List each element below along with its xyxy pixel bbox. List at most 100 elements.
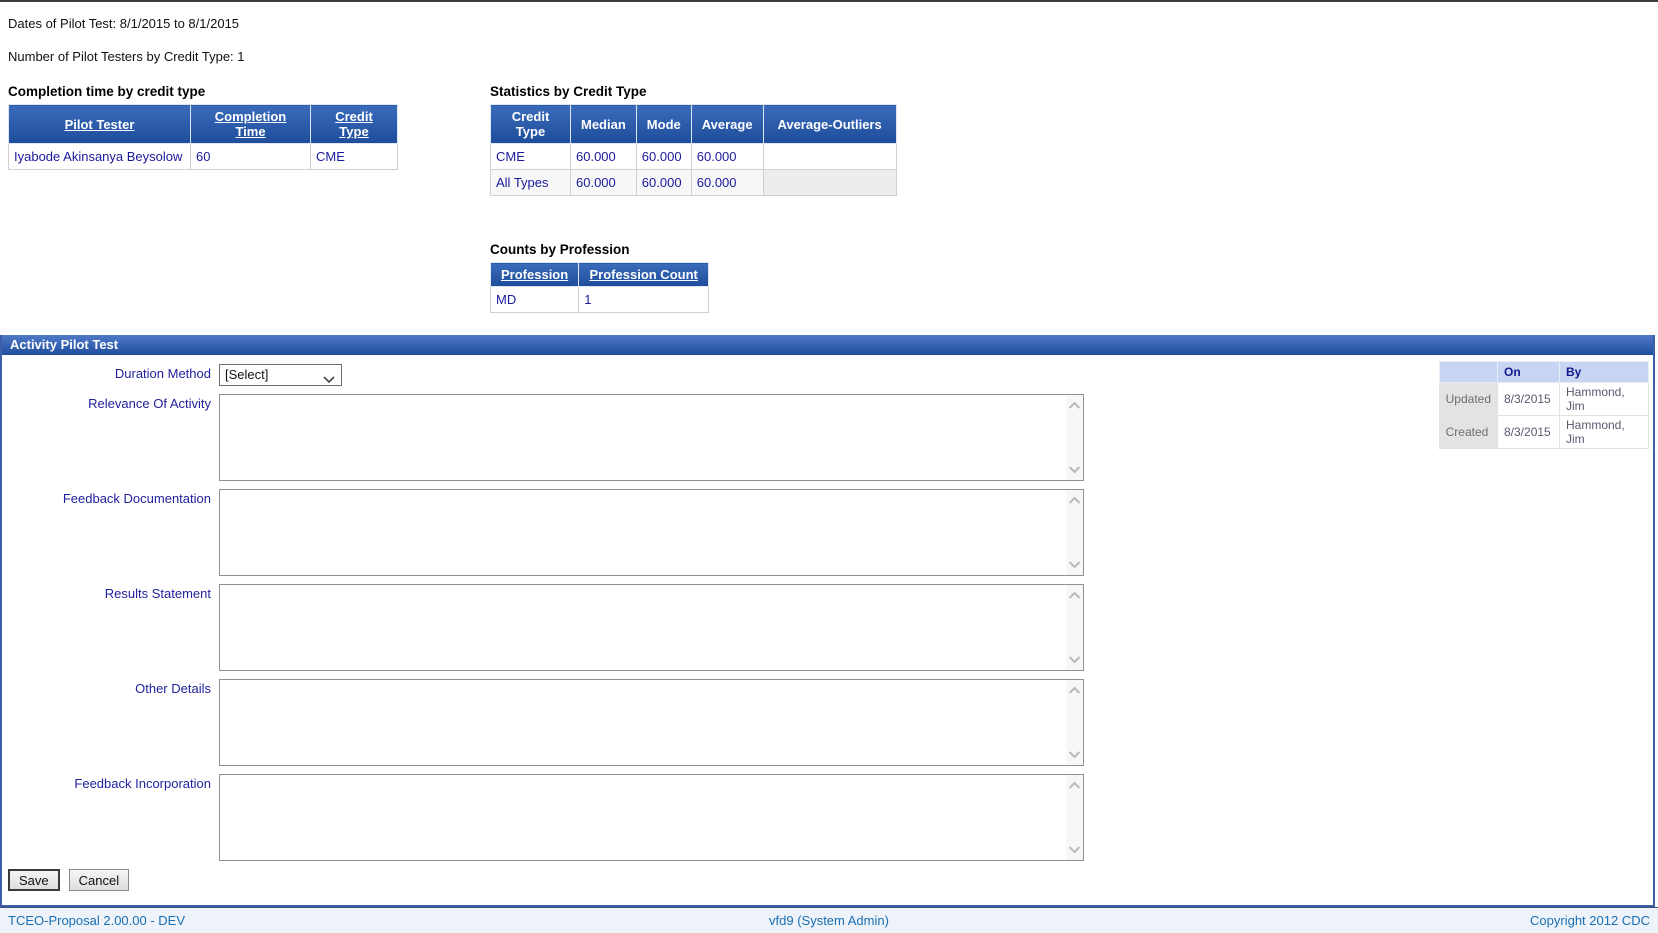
textarea-scrollbar[interactable] — [1066, 490, 1083, 575]
feedback-incorporation-box — [219, 774, 1084, 861]
audit-col-blank — [1438, 361, 1499, 383]
stat-mode-cell: 60.000 — [635, 143, 692, 170]
sort-link-completion-time[interactable]: Completion Time — [215, 109, 287, 139]
sort-link-profession-count[interactable]: Profession Count — [590, 267, 698, 282]
statistics-table: Credit Type Median Mode Average Average-… — [490, 104, 897, 196]
section-title: Activity Pilot Test — [2, 335, 1653, 355]
stat-mode-cell: 60.000 — [635, 169, 692, 196]
sort-link-credit-type[interactable]: Credit Type — [335, 109, 373, 139]
form-actions: Save Cancel — [8, 869, 130, 891]
table-row: MD 1 — [489, 286, 710, 313]
stat-average-outliers-cell — [762, 169, 897, 196]
profession-count-cell: 1 — [578, 286, 710, 313]
other-details-box — [219, 679, 1084, 766]
other-details-label: Other Details — [135, 681, 211, 696]
counts-col-profession[interactable]: Profession — [489, 262, 580, 287]
scroll-up-icon[interactable] — [1068, 686, 1081, 695]
audit-created-by: Hammond, Jim — [1559, 415, 1649, 449]
completion-col-credit-type[interactable]: Credit Type — [310, 104, 398, 144]
feedback-incorporation-input[interactable] — [220, 775, 1065, 860]
footer-app-version: TCEO-Proposal 2.00.00 - DEV — [8, 913, 186, 928]
table-row: Updated 8/3/2015 Hammond, Jim — [1438, 382, 1649, 416]
cancel-button[interactable]: Cancel — [68, 869, 130, 891]
footer-user-info: vfd9 (System Admin) — [769, 913, 889, 928]
audit-updated-label: Updated — [1438, 382, 1499, 416]
feedback-documentation-row: Feedback Documentation — [2, 489, 1653, 576]
scroll-down-icon[interactable] — [1068, 845, 1081, 854]
duration-method-row: Duration Method [Select] — [2, 364, 1653, 386]
textarea-scrollbar[interactable] — [1066, 680, 1083, 765]
duration-method-select[interactable]: [Select] — [219, 364, 342, 386]
statistics-col-mode: Mode — [635, 104, 692, 144]
scroll-down-icon[interactable] — [1068, 560, 1081, 569]
stat-average-cell: 60.000 — [690, 169, 764, 196]
relevance-of-activity-box — [219, 394, 1084, 481]
scroll-up-icon[interactable] — [1068, 781, 1081, 790]
relevance-of-activity-row: Relevance Of Activity — [2, 394, 1653, 481]
statistics-col-average: Average — [690, 104, 764, 144]
other-details-input[interactable] — [220, 680, 1065, 765]
textarea-scrollbar[interactable] — [1066, 395, 1083, 480]
footer-copyright: Copyright 2012 CDC — [1530, 913, 1650, 928]
counts-col-profession-count[interactable]: Profession Count — [578, 262, 710, 287]
results-statement-row: Results Statement — [2, 584, 1653, 671]
scroll-up-icon[interactable] — [1068, 496, 1081, 505]
sort-link-pilot-tester[interactable]: Pilot Tester — [65, 117, 135, 132]
textarea-scrollbar[interactable] — [1066, 775, 1083, 860]
table-row: All Types 60.000 60.000 60.000 — [490, 169, 897, 196]
feedback-documentation-box — [219, 489, 1084, 576]
scroll-down-icon[interactable] — [1068, 655, 1081, 664]
audit-updated-date: 8/3/2015 — [1497, 382, 1560, 416]
footer-bar: TCEO-Proposal 2.00.00 - DEV vfd9 (System… — [0, 907, 1658, 933]
results-statement-input[interactable] — [220, 585, 1065, 670]
stat-median-cell: 60.000 — [570, 169, 637, 196]
scroll-up-icon[interactable] — [1068, 591, 1081, 600]
statistics-col-credit-type: Credit Type — [490, 104, 571, 144]
statistics-col-median: Median — [570, 104, 637, 144]
chevron-down-icon — [323, 372, 335, 387]
save-button[interactable]: Save — [8, 869, 60, 891]
table-row: Iyabode Akinsanya Beysolow 60 CME — [8, 143, 398, 170]
stat-average-cell: 60.000 — [690, 143, 764, 170]
audit-created-date: 8/3/2015 — [1497, 415, 1560, 449]
counts-table: Profession Profession Count MD 1 — [489, 262, 710, 313]
results-statement-label: Results Statement — [104, 586, 211, 601]
completion-col-completion-time[interactable]: Completion Time — [190, 104, 311, 144]
scroll-down-icon[interactable] — [1068, 750, 1081, 759]
textarea-scrollbar[interactable] — [1066, 585, 1083, 670]
counts-header-row: Profession Profession Count — [489, 262, 710, 287]
statistics-header-row: Credit Type Median Mode Average Average-… — [490, 104, 897, 144]
audit-col-by: By — [1559, 361, 1649, 383]
other-details-row: Other Details — [2, 679, 1653, 766]
relevance-of-activity-label: Relevance Of Activity — [88, 396, 211, 411]
results-statement-box — [219, 584, 1084, 671]
scroll-down-icon[interactable] — [1068, 465, 1081, 474]
scroll-up-icon[interactable] — [1068, 401, 1081, 410]
audit-updated-by: Hammond, Jim — [1559, 382, 1649, 416]
feedback-documentation-label: Feedback Documentation — [62, 491, 211, 506]
feedback-incorporation-row: Feedback Incorporation — [2, 774, 1653, 861]
sort-link-profession[interactable]: Profession — [501, 267, 568, 282]
statistics-block: Statistics by Credit Type Credit Type Me… — [490, 84, 897, 196]
completion-time-cell: 60 — [190, 143, 311, 170]
stat-average-outliers-cell — [762, 143, 897, 170]
completion-col-pilot-tester[interactable]: Pilot Tester — [8, 104, 191, 144]
relevance-of-activity-input[interactable] — [220, 395, 1065, 480]
counts-block: Counts by Profession Profession Professi… — [489, 242, 710, 313]
duration-method-label: Duration Method — [114, 366, 211, 381]
pilot-test-dates-text: Dates of Pilot Test: 8/1/2015 to 8/1/201… — [8, 16, 240, 31]
feedback-documentation-input[interactable] — [220, 490, 1065, 575]
stat-credit-type-cell: CME — [490, 143, 571, 170]
stat-median-cell: 60.000 — [570, 143, 637, 170]
statistics-col-average-outliers: Average-Outliers — [762, 104, 897, 144]
table-row: Created 8/3/2015 Hammond, Jim — [1438, 415, 1649, 449]
stat-credit-type-cell: All Types — [490, 169, 571, 196]
credit-type-cell: CME — [310, 143, 398, 170]
completion-time-block: Completion time by credit type Pilot Tes… — [8, 84, 398, 170]
audit-table: On By Updated 8/3/2015 Hammond, Jim Crea… — [1438, 361, 1649, 449]
table-row: CME 60.000 60.000 60.000 — [490, 143, 897, 170]
completion-table-title: Completion time by credit type — [8, 84, 206, 99]
counts-table-title: Counts by Profession — [490, 242, 630, 257]
audit-created-label: Created — [1438, 415, 1499, 449]
pilot-tester-cell: Iyabode Akinsanya Beysolow — [8, 143, 191, 170]
